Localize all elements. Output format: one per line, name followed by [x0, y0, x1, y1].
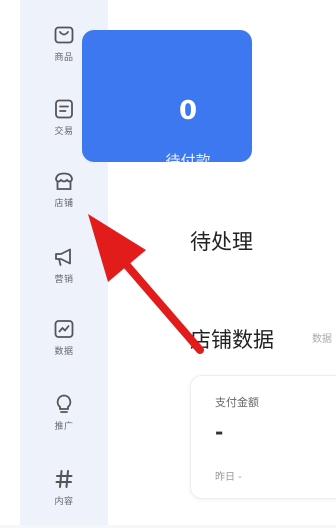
- sidebar-item-data[interactable]: 数据: [20, 318, 108, 378]
- chart-icon: [54, 320, 74, 338]
- pending-section-title: 待处理: [190, 230, 253, 254]
- sidebar-item-store[interactable]: 店铺: [20, 170, 108, 230]
- metric-footnote: 昨日 -: [215, 472, 242, 483]
- sidebar-item-label: 推广: [54, 422, 74, 432]
- sidebar-item-label: 内容: [54, 497, 74, 507]
- payment-amount-card[interactable]: 支付金额 - 昨日 -: [190, 375, 336, 499]
- sidebar-item-label: 数据: [54, 347, 74, 357]
- sidebar-item-label: 交易: [54, 127, 74, 137]
- sidebar-item-marketing[interactable]: 营销: [20, 246, 108, 306]
- order-icon: [55, 99, 73, 119]
- metric-value: -: [215, 420, 224, 444]
- sidebar-item-label: 店铺: [54, 199, 74, 209]
- sidebar-item-label: 商品: [54, 53, 74, 63]
- pending-payment-card[interactable]: 0 待付款: [82, 30, 252, 170]
- lightbulb-icon: [56, 394, 72, 413]
- window-edge: [0, 0, 20, 525]
- sidebar-item-promotion[interactable]: 推广: [20, 393, 108, 453]
- bag-icon: [54, 26, 74, 44]
- sidebar-item-content[interactable]: 内容: [20, 468, 108, 528]
- sidebar-item-label: 营销: [54, 275, 74, 285]
- store-data-hint: 数据: [312, 334, 332, 345]
- hashtag-icon: [55, 470, 73, 488]
- pending-payment-count: 0: [178, 96, 198, 126]
- megaphone-icon: [55, 248, 71, 266]
- store-icon: [55, 172, 73, 190]
- store-data-title: 店铺数据: [190, 328, 274, 352]
- metric-label: 支付金额: [215, 396, 259, 409]
- pending-payment-label: 待付款: [165, 152, 211, 170]
